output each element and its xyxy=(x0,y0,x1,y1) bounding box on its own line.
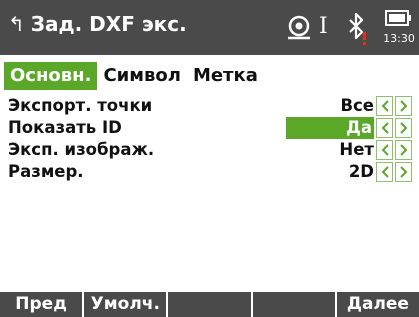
screen-title: ↰ Зад. DXF экс. xyxy=(8,12,187,36)
clock: 13:30 xyxy=(383,32,415,45)
setting-label: Показать ID xyxy=(8,118,122,137)
back-arrow-icon[interactable]: ↰ xyxy=(8,12,25,36)
setting-export-image: Эксп. изображ. Нет xyxy=(0,139,419,161)
tab-basic[interactable]: Основн. xyxy=(4,62,98,90)
chevron-left-icon[interactable] xyxy=(376,118,393,138)
setting-value[interactable]: Нет xyxy=(339,139,374,161)
chevron-right-icon[interactable] xyxy=(395,118,412,138)
tab-bar: Основн. Символ Метка xyxy=(4,62,264,90)
tab-symbol[interactable]: Символ xyxy=(97,62,186,90)
chevron-right-icon[interactable] xyxy=(395,162,412,182)
settings-list: Экспорт. точки Все Показать ID Да Эксп. … xyxy=(0,95,419,183)
screen-title-text: Зад. DXF экс. xyxy=(30,12,187,36)
fkey-empty-4[interactable] xyxy=(250,292,335,317)
input-mode-indicator: I xyxy=(319,14,328,39)
fkey-next[interactable]: Далее xyxy=(334,292,419,317)
fkey-previous[interactable]: Пред xyxy=(0,292,82,317)
setting-export-points: Экспорт. точки Все xyxy=(0,95,419,117)
function-key-bar: Пред Умолч. Далее xyxy=(0,292,419,317)
setting-value[interactable]: Все xyxy=(340,95,374,117)
fkey-default[interactable]: Умолч. xyxy=(82,292,166,317)
setting-value-selected[interactable]: Да xyxy=(286,117,374,139)
survey-target-icon xyxy=(284,8,314,48)
battery-icon: 13:30 xyxy=(382,8,416,48)
setting-value[interactable]: 2D xyxy=(349,161,374,183)
setting-label: Размер. xyxy=(8,162,84,181)
chevron-right-icon[interactable] xyxy=(395,96,412,116)
fkey-empty-3[interactable] xyxy=(166,292,250,317)
chevron-left-icon[interactable] xyxy=(376,140,393,160)
setting-show-id: Показать ID Да xyxy=(0,117,419,139)
tab-label[interactable]: Метка xyxy=(187,62,264,90)
chevron-right-icon[interactable] xyxy=(395,140,412,160)
chevron-left-icon[interactable] xyxy=(376,162,393,182)
setting-dimension: Размер. 2D xyxy=(0,161,419,183)
bluetooth-warning-icon xyxy=(344,8,372,48)
title-bar: ↰ Зад. DXF экс. I 13:30 xyxy=(0,0,419,55)
setting-label: Экспорт. точки xyxy=(8,96,153,115)
setting-label: Эксп. изображ. xyxy=(8,140,155,159)
chevron-left-icon[interactable] xyxy=(376,96,393,116)
